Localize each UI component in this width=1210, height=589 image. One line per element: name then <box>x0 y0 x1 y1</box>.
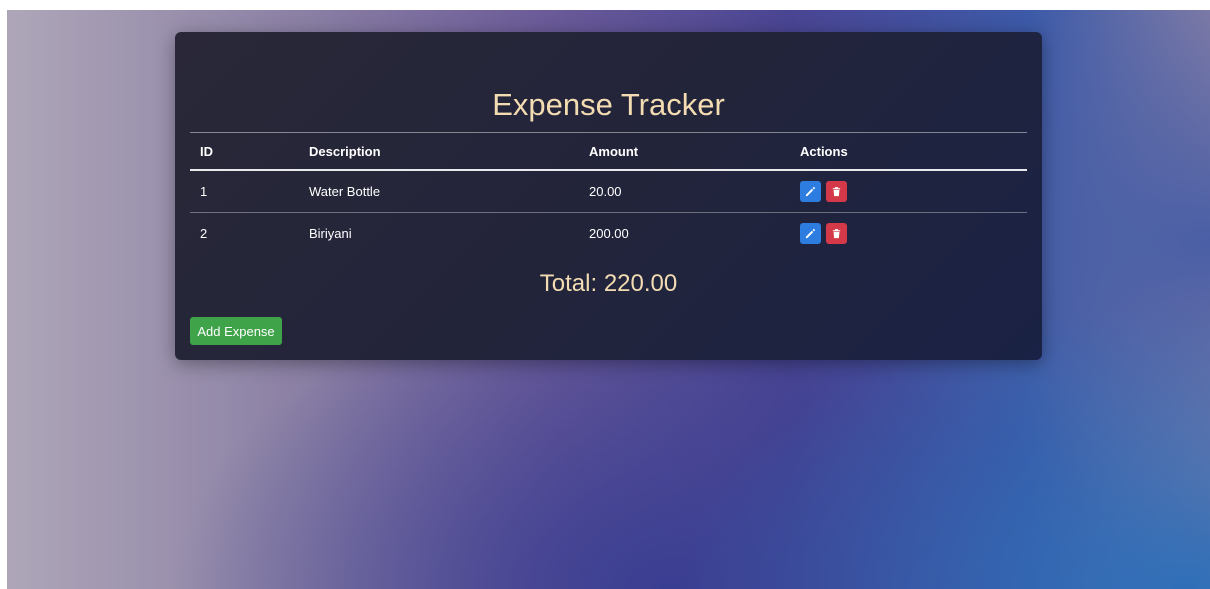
page-title: Expense Tracker <box>492 87 725 122</box>
cell-amount: 200.00 <box>589 226 629 241</box>
header-actions: Actions <box>800 143 848 159</box>
cell-actions <box>790 170 1027 213</box>
table-row: 1 Water Bottle 20.00 <box>190 170 1027 213</box>
edit-button[interactable] <box>800 223 821 244</box>
cell-id: 1 <box>190 170 299 213</box>
add-expense-button[interactable]: Add Expense <box>190 317 282 345</box>
expense-table: ID Description Amount Actions 1 Water Bo… <box>190 132 1027 254</box>
total-amount: Total: 220.00 <box>539 270 678 297</box>
expense-table-container: ID Description Amount Actions 1 Water Bo… <box>190 132 1027 254</box>
pencil-icon <box>805 186 816 197</box>
header-amount: Amount <box>589 143 639 159</box>
header-description: Description <box>309 143 381 159</box>
table-row: 2 Biriyani 200.00 <box>190 213 1027 255</box>
cell-actions <box>790 213 1027 255</box>
header-id: ID <box>200 143 213 159</box>
page-background: Expense Tracker ID Description Amount Ac… <box>7 10 1210 589</box>
cell-amount: 20.00 <box>579 170 790 213</box>
cell-description: Biriyani <box>309 226 352 241</box>
expense-card: Expense Tracker ID Description Amount Ac… <box>175 32 1042 360</box>
cell-id: 2 <box>200 226 208 241</box>
pencil-icon <box>805 228 816 239</box>
trash-icon <box>832 229 841 239</box>
trash-icon <box>832 187 841 197</box>
edit-button[interactable] <box>800 181 821 202</box>
delete-button[interactable] <box>826 181 847 202</box>
delete-button[interactable] <box>826 223 847 244</box>
cell-description: Water Bottle <box>299 170 579 213</box>
table-header-row: ID Description Amount Actions <box>190 132 1027 170</box>
